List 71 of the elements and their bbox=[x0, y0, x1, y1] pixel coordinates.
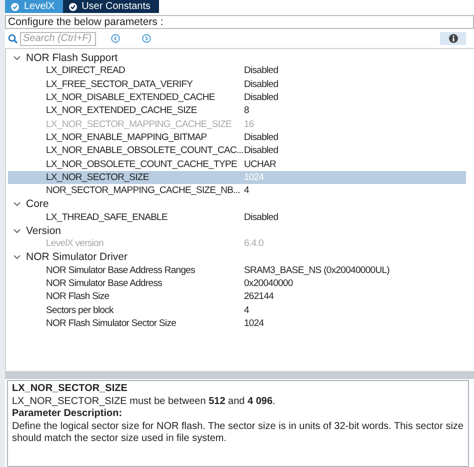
parameter-row[interactable]: Sectors per block 4 bbox=[8, 304, 466, 317]
parameter-value: Disabled bbox=[244, 212, 278, 223]
parameter-row[interactable]: LX_NOR_EXTENDED_CACHE_SIZE 8 bbox=[8, 104, 466, 118]
parameter-row[interactable]: NOR Simulator Base Address Ranges SRAM3_BASE_NS (0x20040000UL) bbox=[8, 264, 466, 278]
next-icon[interactable] bbox=[142, 34, 151, 43]
parameter-row[interactable]: LX_FREE_SECTOR_DATA_VERIFY Disabled bbox=[8, 78, 466, 91]
parameter-name: NOR_SECTOR_MAPPING_CACHE_SIZE_NB... bbox=[45, 185, 241, 196]
parameter-value: 4 bbox=[244, 185, 249, 196]
search-field[interactable]: Search (Ctrl+F) bbox=[20, 32, 96, 46]
parameter-value: 262144 bbox=[244, 291, 274, 302]
parameter-row[interactable]: LX_NOR_SECTOR_SIZE 1024 bbox=[8, 170, 466, 184]
parameter-row[interactable]: NOR Flash Size 262144 bbox=[8, 290, 466, 304]
parameter-name: LX_NOR_OBSOLETE_COUNT_CACHE_TYPE bbox=[45, 158, 238, 170]
parameter-row[interactable]: LX_NOR_ENABLE_MAPPING_BITMAP Disabled bbox=[8, 130, 466, 144]
parameter-name: NOR Simulator Base Address bbox=[45, 278, 164, 290]
parameter-row[interactable]: NOR Flash Simulator Sector Size 1024 bbox=[8, 316, 466, 330]
parameter-row[interactable]: LX_DIRECT_READ Disabled bbox=[8, 64, 466, 78]
parameter-value: 16 bbox=[244, 118, 254, 130]
parameter-name: LX_NOR_ENABLE_MAPPING_BITMAP bbox=[45, 132, 208, 143]
parameter-name: LX_NOR_EXTENDED_CACHE_SIZE bbox=[45, 105, 198, 116]
parameter-value: Disabled bbox=[244, 65, 278, 76]
description-heading: Parameter Description: bbox=[12, 408, 124, 420]
description-title: LX_NOR_SECTOR_SIZE bbox=[12, 383, 128, 396]
chevron-icon[interactable] bbox=[13, 200, 21, 207]
parameter-value: Disabled bbox=[244, 92, 278, 104]
parameter-name: NOR Flash Simulator Sector Size bbox=[45, 318, 178, 330]
parameter-value: 0x20040000 bbox=[244, 278, 293, 290]
parameter-value: Disabled bbox=[244, 145, 278, 156]
parameter-name: LX_NOR_SECTOR_MAPPING_CACHE_SIZE bbox=[45, 118, 233, 130]
parameter-value: 8 bbox=[244, 105, 249, 116]
parameter-name: Sectors per block bbox=[45, 304, 115, 316]
parameter-value: Disabled bbox=[244, 78, 278, 90]
parameter-name: LX_FREE_SECTOR_DATA_VERIFY bbox=[45, 78, 194, 90]
tab[interactable]: User Constants bbox=[62, 0, 158, 13]
parameter-value: 6.4.0 bbox=[244, 238, 264, 250]
parameter-value: 1024 bbox=[244, 318, 264, 330]
info-button[interactable] bbox=[440, 32, 466, 45]
parameter-value: Disabled bbox=[244, 132, 278, 143]
parameter-row[interactable]: NOR Simulator Base Address 0x20040000 bbox=[8, 277, 466, 290]
parameter-row[interactable]: LX_NOR_ENABLE_OBSOLETE_COUNT_CAC...Disabled bbox=[8, 144, 466, 158]
search-icon bbox=[8, 34, 18, 44]
parameter-name: LX_NOR_ENABLE_OBSOLETE_COUNT_CAC... bbox=[45, 145, 244, 156]
info-icon bbox=[448, 34, 458, 43]
chevron-icon[interactable] bbox=[13, 54, 21, 61]
parameter-value: 1024 bbox=[244, 172, 264, 183]
constraint-text: LX_NOR_SECTOR_SIZE must be between 512 and 4 096. bbox=[12, 396, 276, 408]
description-text: Define the logical sector size for NOR flash. The sector size is in units of 32-bit words. This sector size should match the sector size used in file system. bbox=[12, 420, 464, 446]
parameter-name: LX_NOR_SECTOR_SIZE bbox=[45, 172, 150, 183]
parameter-name: LX_NOR_DISABLE_EXTENDED_CACHE bbox=[45, 92, 216, 104]
group-label[interactable]: NOR Simulator Driver bbox=[26, 251, 128, 264]
check-icon bbox=[11, 2, 19, 10]
parameter-name: NOR Simulator Base Address Ranges bbox=[45, 264, 196, 276]
group-label[interactable]: NOR Flash Support bbox=[26, 52, 118, 64]
parameter-value: 4 bbox=[244, 304, 249, 316]
group-label[interactable]: Version bbox=[26, 224, 62, 236]
parameter-row[interactable]: LX_THREAD_SAFE_ENABLE Disabled bbox=[8, 210, 466, 224]
group-label[interactable]: Core bbox=[26, 198, 49, 210]
parameter-name: LevelX version bbox=[45, 238, 104, 250]
previous-icon[interactable] bbox=[111, 34, 120, 43]
parameter-name: LX_THREAD_SAFE_ENABLE bbox=[45, 212, 168, 223]
chevron-icon[interactable] bbox=[13, 228, 21, 234]
parameter-name: NOR Flash Size bbox=[45, 291, 110, 302]
chevron-icon[interactable] bbox=[13, 254, 21, 260]
parameter-value: SRAM3_BASE_NS (0x20040000UL) bbox=[244, 264, 390, 276]
parameter-row[interactable]: LX_NOR_DISABLE_EXTENDED_CACHE Disabled bbox=[8, 90, 466, 104]
check-icon bbox=[68, 2, 77, 10]
parameter-row[interactable]: NOR_SECTOR_MAPPING_CACHE_SIZE_NB... 4 bbox=[8, 184, 466, 198]
parameter-value: UCHAR bbox=[244, 158, 276, 170]
configure-label: Configure the below parameters : bbox=[8, 16, 164, 28]
parameter-name: LX_DIRECT_READ bbox=[45, 65, 126, 76]
parameter-row[interactable]: LX_NOR_OBSOLETE_COUNT_CACHE_TYPE UCHAR bbox=[8, 157, 466, 171]
